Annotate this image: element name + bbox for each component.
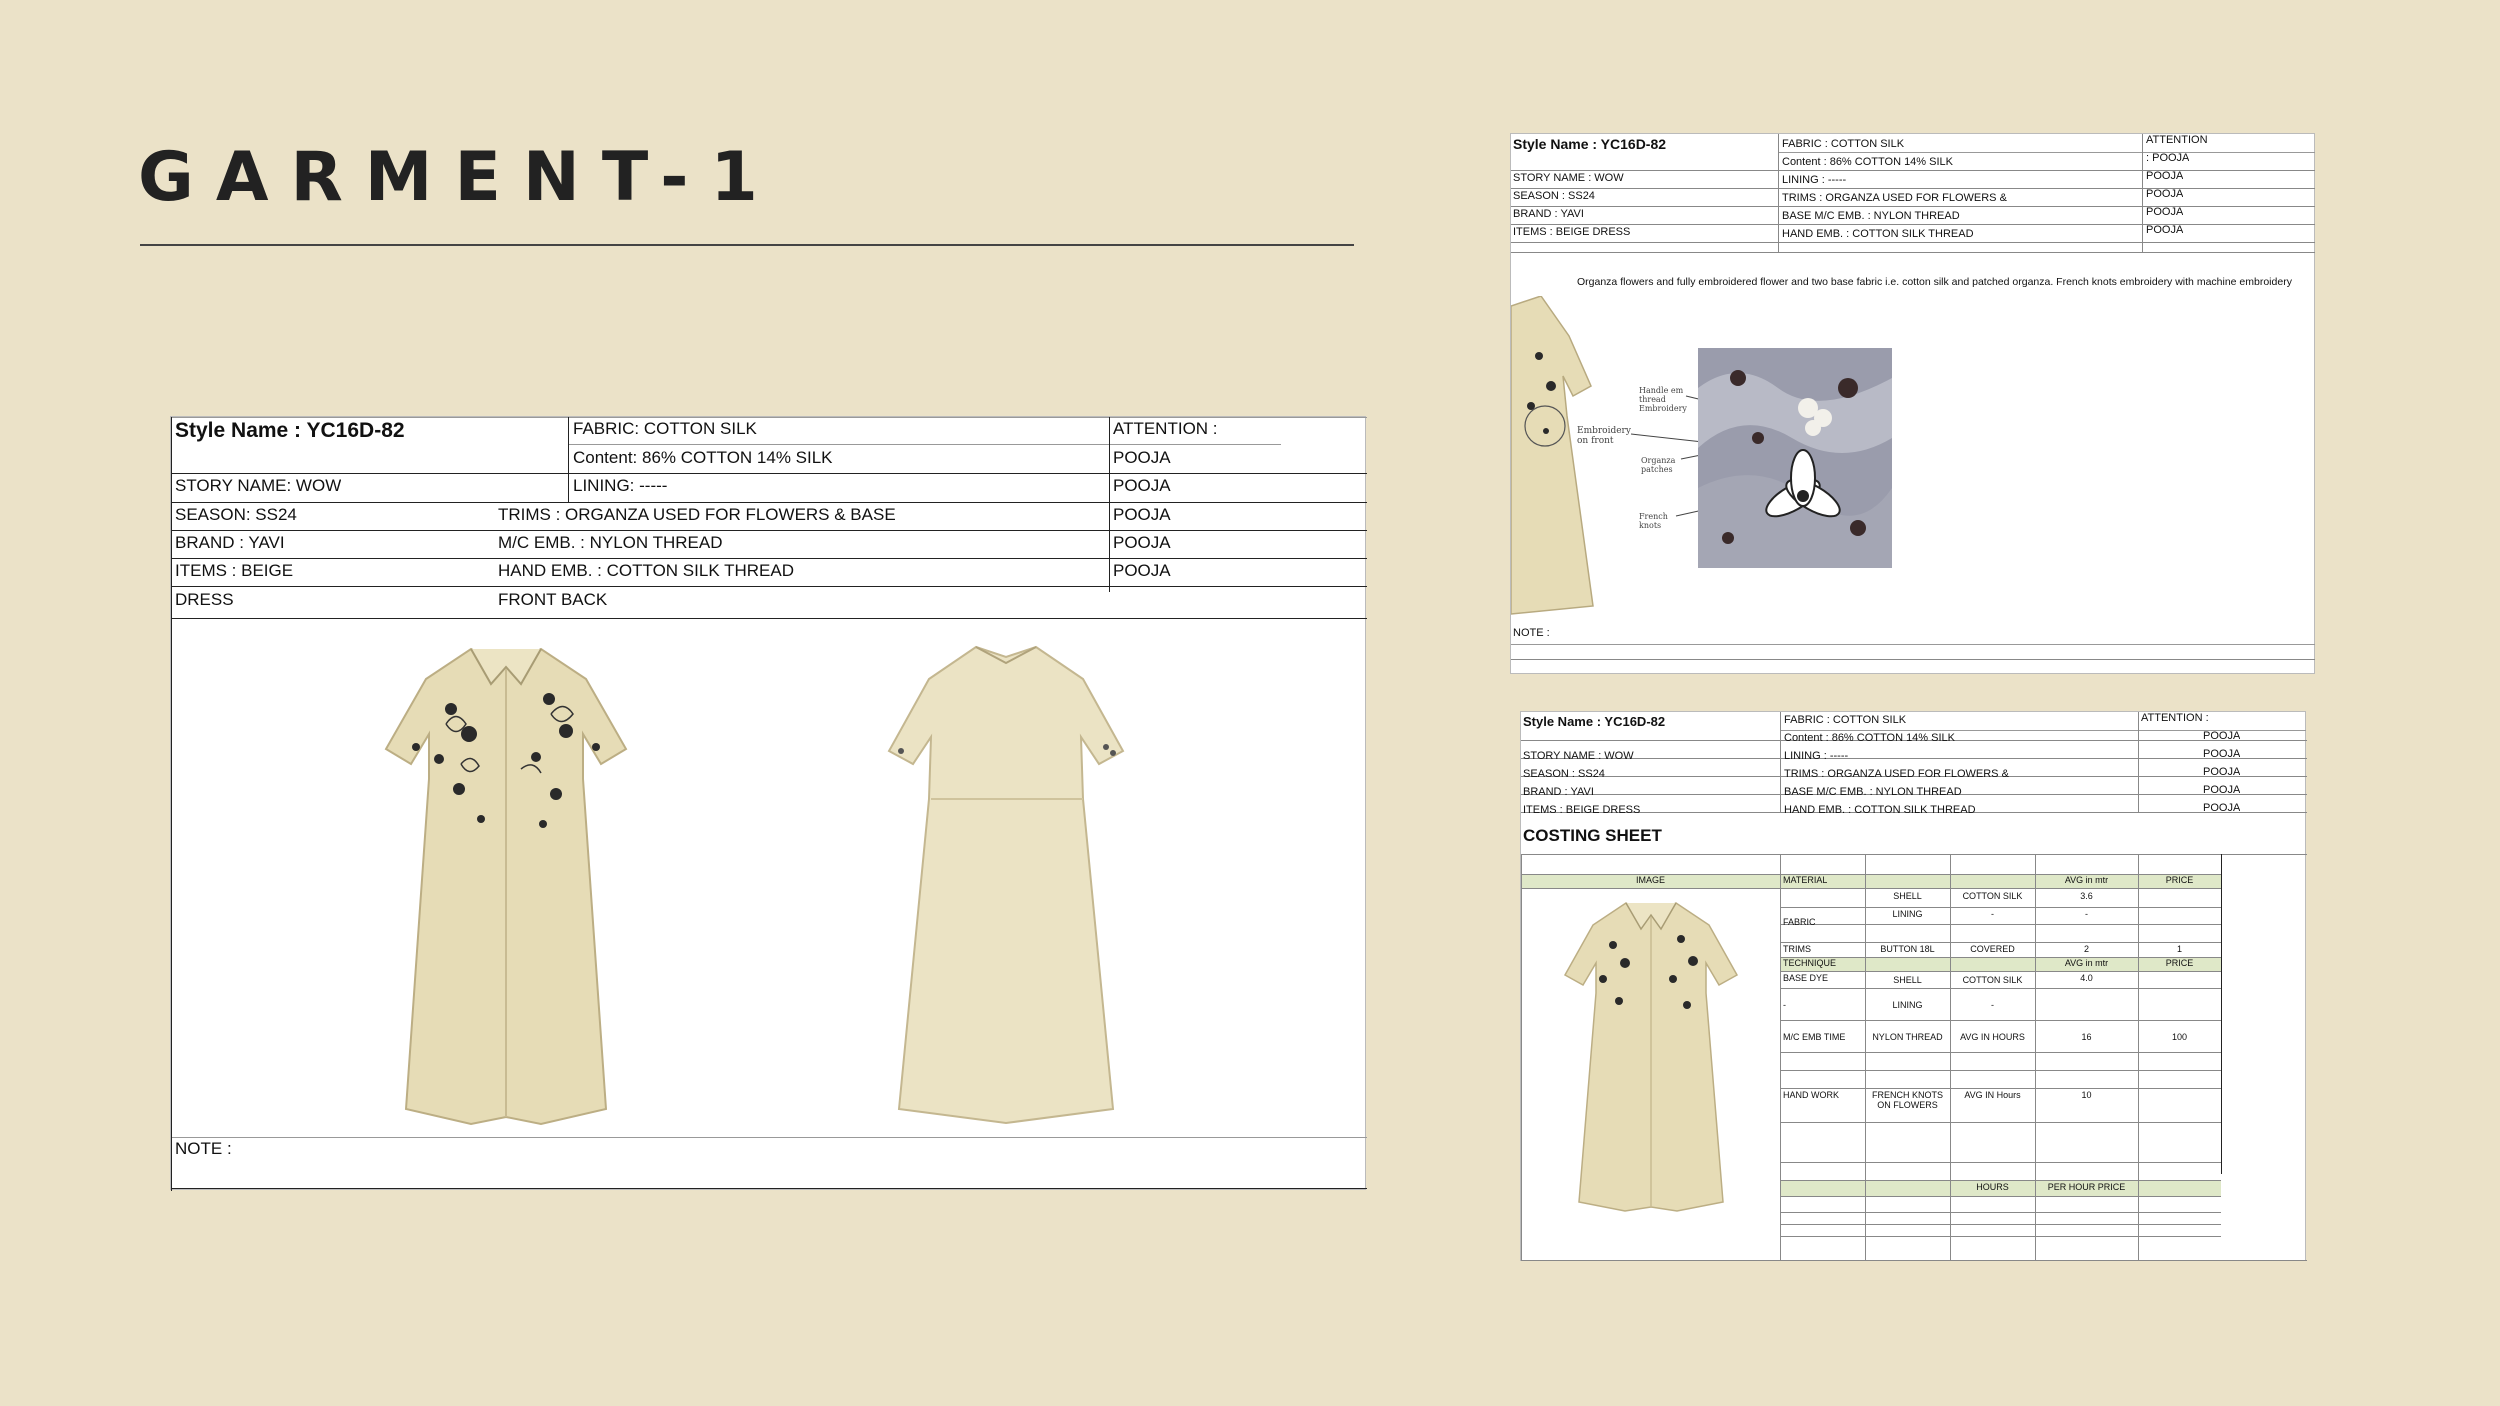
content-label: Content: 86% COTTON 14% SILK [573, 448, 833, 467]
button-label: BUTTON 18L [1880, 944, 1935, 954]
attention-label: ATTENTION : [1113, 419, 1218, 438]
technique-avg: AVG in mtr [2064, 958, 2109, 968]
header-material: MATERIAL [1783, 875, 1828, 885]
brand-label: BRAND : YAVI [175, 533, 285, 552]
fabric-label: FABRIC: COTTON SILK [573, 419, 757, 438]
base-lining-label: LINING [1892, 1000, 1923, 1010]
base-avg: 4.0 [2080, 973, 2093, 983]
attention-pooja: POOJA [2203, 730, 2241, 742]
header-avg: AVG in mtr [2064, 875, 2109, 885]
costing-dress-image [1563, 902, 1739, 1212]
season-label: SEASON: SS24 [175, 505, 297, 524]
hand-hours: 10 [2081, 1090, 2092, 1100]
attention-pooja: POOJA [2203, 748, 2241, 760]
items-label: ITEMS : BEIGE [175, 561, 294, 580]
story-name: STORY NAME: WOW [175, 476, 342, 495]
style-name: Style Name : YC16D-82 [1523, 714, 1666, 729]
tech-pack-sheet-detail: Style Name : YC16D-82 FABRIC : COTTON SI… [1510, 133, 2315, 674]
fabric-row-label: FABRIC [1783, 917, 1816, 927]
lining-value: - [1991, 909, 1994, 919]
attention-pooja: POOJA [2203, 766, 2241, 778]
lining-label: LINING: ----- [573, 476, 668, 495]
mc-emb-time-label: M/C EMB TIME [1783, 1032, 1846, 1042]
french-knots-label: FRENCH KNOTS ON FLOWERS [1871, 1090, 1943, 1110]
lining-label: LINING : ----- [1784, 750, 1849, 762]
hand-emb-label: HAND EMB. : COTTON SILK THREAD [1784, 804, 1976, 816]
fabric-label: FABRIC : COTTON SILK [1784, 714, 1907, 726]
page-title: GARMENT-1 [138, 138, 780, 217]
mc-hours: 16 [2081, 1032, 2092, 1042]
button-price: 1 [2176, 944, 2182, 954]
attention-pooja: POOJA [2203, 802, 2241, 814]
button-qty: 2 [2083, 944, 2089, 954]
header-price: PRICE [2165, 875, 2194, 885]
hand-emb-label: HAND EMB. : COTTON SILK THREAD [498, 561, 794, 580]
story-name: STORY NAME : WOW [1523, 750, 1634, 762]
per-hour-price-label: PER HOUR PRICE [2047, 1182, 2126, 1192]
trims-label: TRIMS : ORGANZA USED FOR FLOWERS & [1784, 768, 2009, 780]
shell-avg: 3.6 [2080, 891, 2093, 901]
dress-label: DRESS [175, 590, 234, 609]
technique-label: TECHNIQUE [1783, 958, 1837, 968]
costing-title: COSTING SHEET [1523, 826, 1662, 845]
mc-emb-label: BASE M/C EMB. : NYLON THREAD [1784, 786, 1962, 798]
trims-row-label: TRIMS [1783, 944, 1811, 954]
mc-emb-label: M/C EMB. : NYLON THREAD [498, 533, 723, 552]
base-cotton-label: COTTON SILK [1962, 975, 2023, 985]
avg-hours-label: AVG IN HOURS [1960, 1032, 2025, 1042]
technique-price: PRICE [2165, 958, 2194, 968]
hand-work-label: HAND WORK [1783, 1090, 1839, 1100]
base-dash: - [1783, 1000, 1786, 1010]
tech-pack-sheet-main: Style Name : YC16D-82 FABRIC: COTTON SIL… [170, 416, 1367, 1191]
trims-label: TRIMS : ORGANZA USED FOR FLOWERS & BASE [498, 505, 896, 524]
lining-row-label: LINING [1892, 909, 1923, 919]
items-label: ITEMS : BEIGE DRESS [1523, 804, 1641, 816]
dress-front-image [384, 647, 628, 1126]
costing-sheet: Style Name : YC16D-82 FABRIC : COTTON SI… [1520, 711, 2307, 1261]
season-label: SEASON : SS24 [1523, 768, 1605, 780]
title-underline [140, 244, 1354, 246]
mc-price: 100 [2171, 1032, 2188, 1042]
attention-pooja: POOJA [1113, 448, 1171, 467]
embroidery-swatch-image [1698, 348, 1892, 568]
hours-label: HOURS [1976, 1182, 2009, 1192]
attention-label: ATTENTION : [2141, 712, 2209, 724]
attention-pooja: POOJA [2203, 784, 2241, 796]
base-shell-label: SHELL [1893, 975, 1922, 985]
cotton-silk-label: COTTON SILK [1962, 891, 2023, 901]
attention-pooja: POOJA [1113, 533, 1171, 552]
dress-back-image [887, 645, 1125, 1125]
attention-pooja: POOJA [1113, 505, 1171, 524]
content-label: Content : 86% COTTON 14% SILK [1784, 732, 1955, 744]
base-dye-label: BASE DYE [1783, 973, 1829, 983]
attention-pooja: POOJA [1113, 561, 1171, 580]
lining-avg: - [2085, 909, 2088, 919]
annotation-arrows [1630, 395, 1722, 517]
attention-pooja: POOJA [1113, 476, 1171, 495]
avg-hours-label-2: AVG IN Hours [1964, 1090, 2021, 1100]
shell-label: SHELL [1893, 891, 1922, 901]
base-lining-value: - [1991, 1000, 1994, 1010]
note-label: NOTE : [1513, 627, 1550, 639]
note-label: NOTE : [175, 1139, 232, 1158]
brand-label: BRAND : YAVI [1523, 786, 1594, 798]
covered-label: COVERED [1970, 944, 2015, 954]
front-back-label: FRONT BACK [498, 590, 608, 609]
header-image: IMAGE [1635, 875, 1665, 885]
style-name: Style Name : YC16D-82 [175, 419, 405, 442]
nylon-thread-label: NYLON THREAD [1872, 1032, 1943, 1042]
